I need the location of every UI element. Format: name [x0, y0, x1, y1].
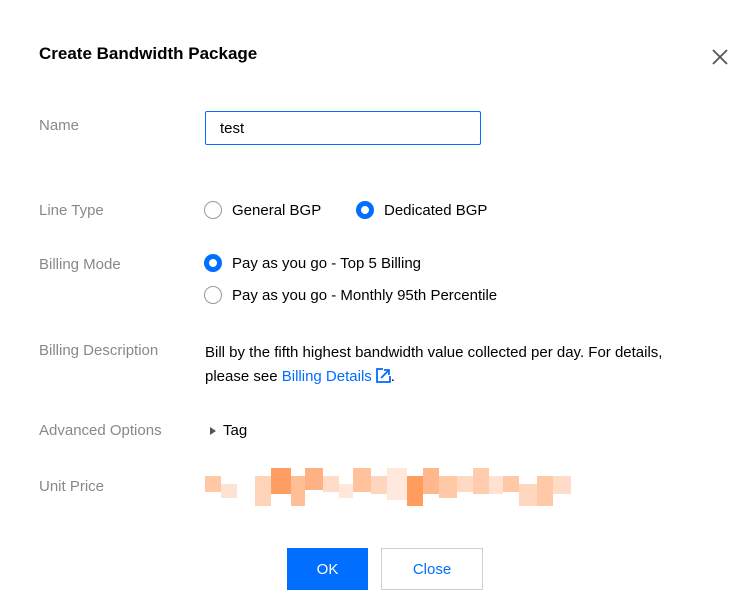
ok-button[interactable]: OK	[287, 548, 368, 590]
radio-circle-selected	[204, 254, 222, 272]
billing-description-text: Bill by the fifth highest bandwidth valu…	[205, 341, 685, 389]
radio-top5-billing[interactable]: Pay as you go - Top 5 Billing	[204, 254, 421, 272]
advanced-options-label: Advanced Options	[39, 422, 162, 439]
name-label: Name	[39, 117, 80, 134]
unit-price-label: Unit Price	[39, 478, 105, 495]
radio-general-bgp[interactable]: General BGP	[204, 201, 321, 219]
radio-circle	[204, 286, 222, 304]
radio-label: General BGP	[232, 201, 322, 219]
billing-details-link[interactable]: Billing Details	[282, 368, 391, 385]
line-type-label: Line Type	[39, 202, 104, 219]
tag-toggle[interactable]: Tag	[210, 422, 247, 439]
billing-description-label: Billing Description	[39, 342, 159, 359]
create-bandwidth-package-dialog: Create Bandwidth Package Name Line Type …	[0, 0, 741, 610]
name-input[interactable]	[205, 111, 481, 145]
dialog-title: Create Bandwidth Package	[39, 44, 258, 63]
radio-circle	[204, 201, 222, 219]
billing-description-suffix: .	[390, 368, 395, 385]
radio-label: Pay as you go - Top 5 Billing	[232, 254, 422, 272]
unit-price-value-blurred	[205, 463, 575, 509]
radio-label: Pay as you go - Monthly 95th Percentile	[232, 286, 498, 304]
billing-description-body: Bill by the fifth highest bandwidth valu…	[205, 344, 663, 385]
radio-monthly-95th[interactable]: Pay as you go - Monthly 95th Percentile	[204, 286, 497, 304]
radio-circle-selected	[356, 201, 374, 219]
radio-dedicated-bgp[interactable]: Dedicated BGP	[356, 201, 487, 219]
close-icon[interactable]	[707, 44, 733, 70]
tag-label: Tag	[223, 422, 248, 439]
caret-right-icon	[210, 426, 216, 435]
close-button[interactable]: Close	[381, 548, 483, 590]
billing-mode-label: Billing Mode	[39, 256, 121, 273]
external-link-icon	[375, 368, 391, 383]
radio-label: Dedicated BGP	[384, 201, 488, 219]
